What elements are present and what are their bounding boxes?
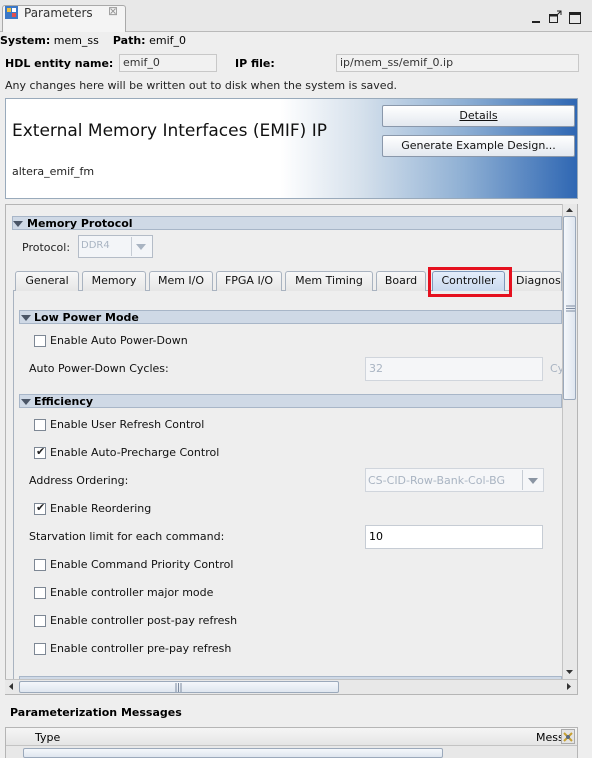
- post-pay-refresh-checkbox[interactable]: [34, 615, 46, 627]
- vertical-scroll-thumb[interactable]: [563, 216, 576, 400]
- ip-title: External Memory Interfaces (EMIF) IP: [12, 121, 327, 141]
- restore-icon[interactable]: [568, 11, 582, 25]
- path-value: emif_0: [149, 34, 187, 47]
- system-label: System:: [0, 34, 51, 47]
- memory-protocol-label: Memory Protocol: [27, 217, 133, 230]
- tab-board[interactable]: Board: [376, 271, 426, 291]
- major-mode-checkbox[interactable]: [34, 587, 46, 599]
- select-divider: [131, 237, 132, 256]
- starvation-limit-field[interactable]: 10: [365, 525, 543, 549]
- hdl-entity-field[interactable]: emif_0: [119, 54, 217, 72]
- address-ordering-value: CS-CID-Row-Bank-Col-BG: [368, 474, 505, 487]
- protocol-value: DDR4: [81, 240, 110, 251]
- generate-example-design-button[interactable]: Generate Example Design...: [382, 135, 575, 157]
- tab-mem-io[interactable]: Mem I/O: [149, 271, 213, 291]
- tab-fpga-io[interactable]: FPGA I/O: [216, 271, 282, 291]
- tab-mem-timing[interactable]: Mem Timing: [285, 271, 373, 291]
- scroll-left-icon[interactable]: [5, 680, 18, 693]
- parameterization-messages-label: Parameterization Messages: [10, 706, 182, 719]
- hdl-entity-label: HDL entity name:: [5, 57, 114, 70]
- pre-pay-refresh-checkbox[interactable]: [34, 643, 46, 655]
- auto-power-down-checkbox[interactable]: [34, 335, 46, 347]
- minimize-icon[interactable]: [530, 12, 542, 24]
- table-options-icon[interactable]: [561, 729, 575, 744]
- efficiency-label: Efficiency: [34, 395, 94, 408]
- ip-subtitle: altera_emif_fm: [12, 165, 95, 178]
- parameters-tab-title: Parameters: [24, 6, 93, 20]
- system-value: mem_ss: [53, 34, 99, 47]
- select-divider: [522, 470, 523, 490]
- controller-tab-highlight: [428, 267, 512, 297]
- tab-diagnostics[interactable]: Diagnostics: [510, 271, 562, 291]
- path-label: Path:: [112, 34, 146, 47]
- details-button-label: Details: [459, 109, 498, 122]
- auto-power-down-label: Enable Auto Power-Down: [50, 334, 188, 347]
- column-header-message[interactable]: Mess: [536, 731, 564, 744]
- grip-icon: [566, 305, 575, 312]
- chevron-down-icon: [136, 244, 146, 250]
- user-refresh-checkbox[interactable]: [34, 419, 46, 431]
- tab-general[interactable]: General: [15, 271, 79, 291]
- post-pay-refresh-label: Enable controller post-pay refresh: [50, 614, 238, 627]
- user-refresh-label: Enable User Refresh Control: [50, 418, 205, 431]
- pre-pay-refresh-label: Enable controller pre-pay refresh: [50, 642, 232, 655]
- parameters-icon: [5, 6, 18, 19]
- low-power-mode-label: Low Power Mode: [34, 311, 139, 324]
- column-header-type[interactable]: Type: [35, 731, 60, 744]
- auto-precharge-label: Enable Auto-Precharge Control: [50, 446, 220, 459]
- auto-power-down-cycles-label: Auto Power-Down Cycles:: [29, 362, 169, 375]
- reordering-label: Enable Reordering: [50, 502, 152, 515]
- system-path-line: System: mem_ss Path: emif_0: [0, 34, 186, 47]
- collapse-triangle-icon[interactable]: [13, 221, 23, 227]
- horizontal-scroll-thumb[interactable]: [19, 681, 339, 693]
- collapse-triangle-icon[interactable]: [21, 315, 31, 321]
- scroll-down-icon[interactable]: [562, 665, 577, 678]
- maximize-icon[interactable]: [548, 10, 562, 24]
- save-notice: Any changes here will be written out to …: [5, 79, 398, 92]
- command-priority-checkbox[interactable]: [34, 559, 46, 571]
- messages-scroll-thumb[interactable]: [23, 748, 443, 758]
- tab-memory[interactable]: Memory: [82, 271, 146, 291]
- messages-table-header: [6, 728, 577, 746]
- ip-file-field[interactable]: ip/mem_ss/emif_0.ip: [336, 54, 579, 72]
- protocol-label: Protocol:: [22, 241, 71, 254]
- ip-file-label: IP file:: [235, 57, 275, 70]
- collapse-triangle-icon[interactable]: [21, 399, 31, 405]
- major-mode-label: Enable controller major mode: [50, 586, 214, 599]
- scroll-right-icon[interactable]: [562, 680, 575, 693]
- chevron-down-icon: [528, 478, 538, 484]
- command-priority-label: Enable Command Priority Control: [50, 558, 234, 571]
- auto-precharge-checkbox[interactable]: [34, 445, 46, 459]
- auto-power-down-cycles-field[interactable]: 32: [365, 357, 543, 381]
- efficiency-section[interactable]: [19, 394, 562, 408]
- reordering-checkbox[interactable]: [34, 501, 46, 515]
- address-ordering-label: Address Ordering:: [29, 474, 129, 487]
- grip-icon: [175, 683, 182, 692]
- starvation-limit-label: Starvation limit for each command:: [29, 530, 225, 543]
- close-icon[interactable]: ⊠: [108, 4, 118, 18]
- details-button[interactable]: Details: [382, 105, 575, 127]
